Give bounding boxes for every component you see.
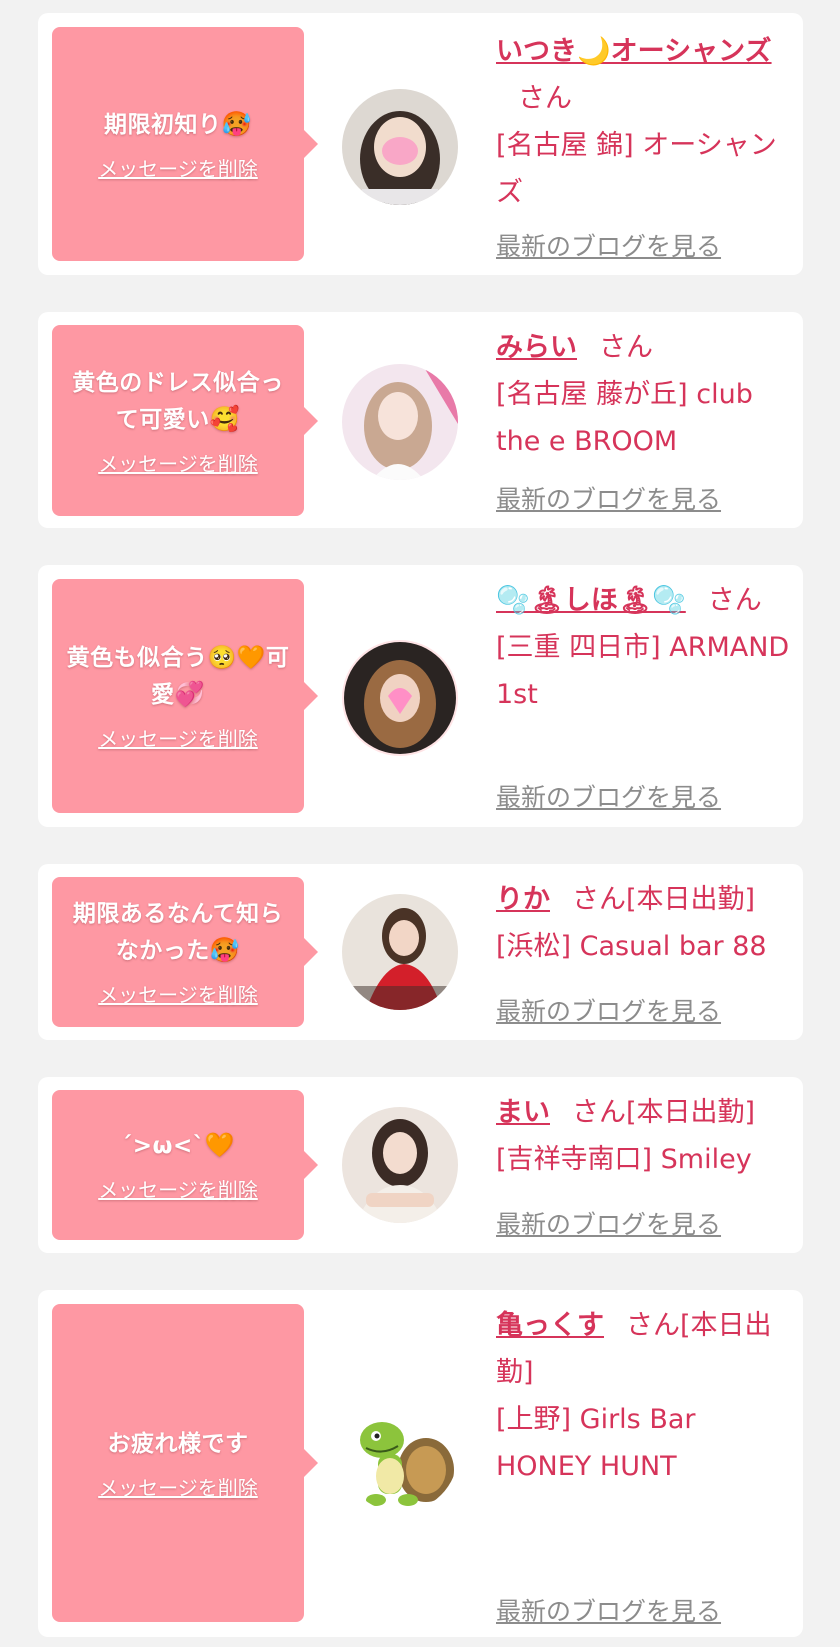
shop-name: [名古屋 錦] オーシャンズ — [496, 130, 777, 208]
message-text: 黄色も似合う🥺🧡可愛💞 — [66, 645, 290, 708]
message-text: 黄色のドレス似合って可愛い🥰 — [72, 369, 284, 433]
girl-name-link[interactable]: いつき🌙オーシャンズ — [496, 36, 772, 67]
latest-blog-link[interactable]: 最新のブログを見る — [496, 778, 721, 814]
girl-name-link[interactable]: りか — [496, 884, 550, 915]
message-card: お疲れ様です メッセージを削除 亀っくす さん[本日出勤] [上野] Girls … — [38, 1290, 803, 1637]
message-text: ´>ω<`🧡 — [120, 1131, 236, 1159]
latest-blog-link[interactable]: 最新のブログを見る — [496, 1592, 721, 1628]
message-list: 期限初知り🥵 メッセージを削除 いつき🌙オーシャンズさん [名古屋 錦] オーシ… — [0, 0, 840, 1647]
message-bubble: お疲れ様です メッセージを削除 — [52, 1304, 318, 1622]
avatar[interactable] — [342, 1107, 458, 1223]
message-text: お疲れ様です — [107, 1431, 249, 1457]
message-card: 黄色のドレス似合って可愛い🥰 メッセージを削除 みらい さん [名古屋 藤が丘] … — [38, 312, 803, 528]
avatar[interactable] — [342, 364, 458, 480]
message-text: 期限初知り🥵 — [104, 110, 252, 138]
avatar[interactable] — [342, 640, 458, 756]
avatar[interactable] — [342, 89, 458, 205]
message-bubble: 期限あるなんて知らなかった🥵 メッセージを削除 — [52, 877, 318, 1027]
shop-name: [吉祥寺南口] Smiley — [496, 1144, 752, 1175]
message-bubble: ´>ω<`🧡 メッセージを削除 — [52, 1090, 318, 1240]
message-bubble: 黄色のドレス似合って可愛い🥰 メッセージを削除 — [52, 325, 318, 516]
girl-info: いつき🌙オーシャンズさん [名古屋 錦] オーシャンズ — [496, 28, 796, 216]
latest-blog-link[interactable]: 最新のブログを見る — [496, 992, 721, 1028]
shop-name: [上野] Girls Bar HONEY HUNT — [496, 1404, 696, 1482]
message-text: 期限あるなんて知らなかった🥵 — [72, 901, 284, 964]
girl-info: みらい さん [名古屋 藤が丘] club the e BROOM — [496, 324, 796, 465]
avatar[interactable] — [342, 894, 458, 1010]
girl-info: 🫧🏝しほ🏝🫧 さん [三重 四日市] ARMAND 1st — [496, 577, 796, 718]
girl-name-link[interactable]: まい — [496, 1097, 550, 1128]
girl-name-link[interactable]: みらい — [496, 332, 577, 363]
latest-blog-link[interactable]: 最新のブログを見る — [496, 1205, 721, 1241]
message-card: 期限あるなんて知らなかった🥵 メッセージを削除 りか さん[本日出勤] [浜松] … — [38, 864, 803, 1040]
message-bubble: 黄色も似合う🥺🧡可愛💞 メッセージを削除 — [52, 579, 318, 813]
message-card: 黄色も似合う🥺🧡可愛💞 メッセージを削除 🫧🏝しほ🏝🫧 さん [三重 四日市] A… — [38, 565, 803, 827]
delete-message-link[interactable]: メッセージを削除 — [98, 1472, 258, 1501]
message-card: 期限初知り🥵 メッセージを削除 いつき🌙オーシャンズさん [名古屋 錦] オーシ… — [38, 13, 803, 275]
delete-message-link[interactable]: メッセージを削除 — [98, 153, 258, 182]
shop-name: [三重 四日市] ARMAND 1st — [496, 632, 790, 710]
latest-blog-link[interactable]: 最新のブログを見る — [496, 227, 721, 263]
latest-blog-link[interactable]: 最新のブログを見る — [496, 480, 721, 516]
message-bubble: 期限初知り🥵 メッセージを削除 — [52, 27, 318, 261]
girl-name-link[interactable]: 亀っくす — [496, 1310, 604, 1341]
avatar[interactable] — [342, 1396, 458, 1512]
delete-message-link[interactable]: メッセージを削除 — [98, 979, 258, 1008]
message-card: ´>ω<`🧡 メッセージを削除 まい さん[本日出勤] [吉祥寺南口] Smile… — [38, 1077, 803, 1253]
shop-name: [浜松] Casual bar 88 — [496, 931, 767, 962]
girl-name-link[interactable]: 🫧🏝しほ🏝🫧 — [496, 585, 686, 616]
girl-info: まい さん[本日出勤] [吉祥寺南口] Smiley — [496, 1089, 796, 1183]
shop-name: [名古屋 藤が丘] club the e BROOM — [496, 379, 753, 457]
delete-message-link[interactable]: メッセージを削除 — [98, 448, 258, 477]
delete-message-link[interactable]: メッセージを削除 — [98, 1174, 258, 1203]
girl-info: りか さん[本日出勤] [浜松] Casual bar 88 — [496, 876, 796, 970]
delete-message-link[interactable]: メッセージを削除 — [98, 723, 258, 752]
girl-info: 亀っくす さん[本日出勤] [上野] Girls Bar HONEY HUNT — [496, 1302, 796, 1490]
